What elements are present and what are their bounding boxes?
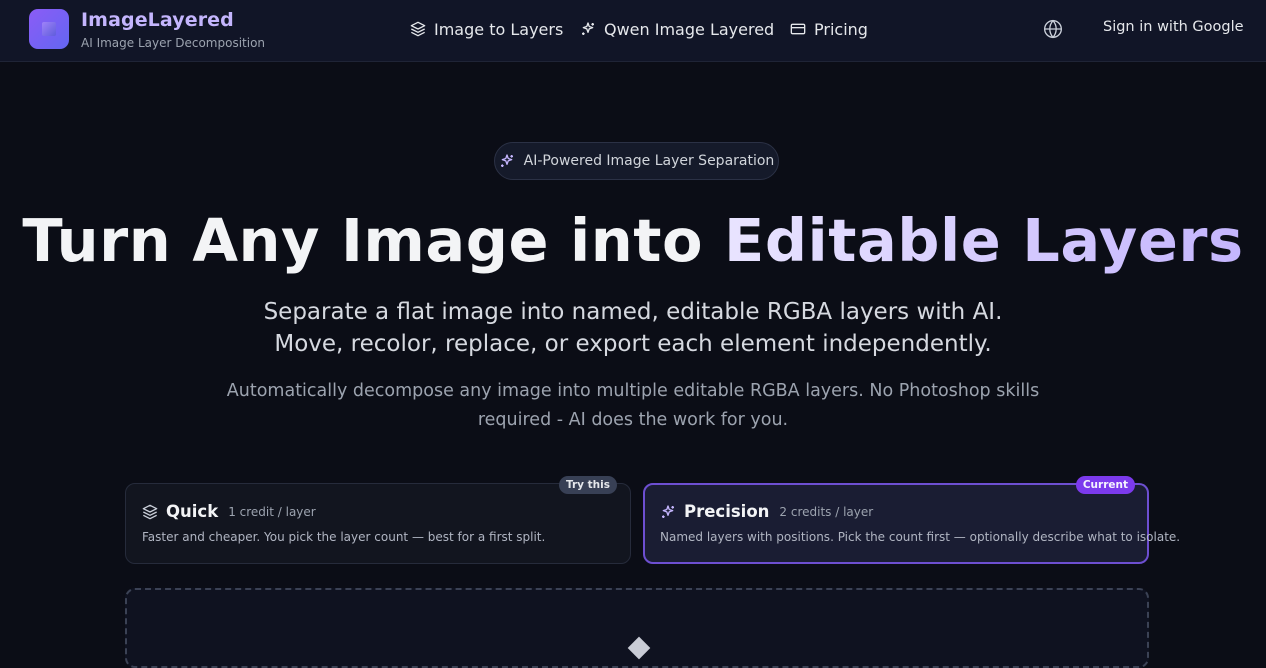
mode-header: Precision 2 credits / layer [660, 502, 873, 521]
sparkle-icon [582, 22, 594, 35]
layers-icon [410, 21, 426, 37]
mode-description: Faster and cheaper. You pick the layer c… [142, 530, 546, 544]
hero-title-main: Turn Any Image into [22, 206, 725, 275]
upload-dropzone[interactable] [125, 588, 1149, 668]
mode-cost: 1 credit / layer [228, 504, 316, 519]
mode-name: Quick [166, 502, 219, 521]
nav-pricing[interactable]: Pricing [790, 18, 868, 40]
sparkle-icon [500, 154, 513, 167]
hero-subtitle: Separate a flat image into named, editab… [263, 299, 1003, 357]
try-this-badge: Try this [558, 476, 617, 494]
mode-name: Precision [684, 502, 770, 521]
hero-description: Automatically decompose any image into m… [226, 381, 1040, 430]
credit-card-icon [790, 23, 806, 35]
nav-image-to-layers[interactable]: Image to Layers [410, 18, 563, 40]
mode-card-precision[interactable]: Current Precision 2 credits / layer Name… [643, 476, 1180, 564]
upload-arrow-icon [627, 636, 651, 660]
layers-logo-icon[interactable] [29, 9, 69, 49]
nav-qwen-image-layered[interactable]: Qwen Image Layered [580, 18, 774, 40]
hero-title: Turn Any Image into Editable Layers [0, 206, 1266, 275]
mode-description: Named layers with positions. Pick the co… [660, 530, 1181, 544]
brand-tagline: AI Image Layer Decomposition [81, 36, 266, 50]
current-badge: Current [1075, 476, 1135, 494]
sparkle-icon [662, 504, 674, 518]
brand-name[interactable]: ImageLayered [81, 9, 234, 31]
hero-title-accent: Editable Layers [724, 206, 1244, 275]
layers-icon [142, 504, 158, 519]
nav-label: Qwen Image Layered [604, 19, 775, 39]
globe-icon[interactable] [1043, 19, 1063, 39]
nav-label: Image to Layers [434, 19, 564, 39]
nav-label: Pricing [814, 19, 868, 39]
sign-in-google-button[interactable]: Sign in with Google [1103, 19, 1244, 35]
mode-cost: 2 credits / layer [779, 504, 874, 519]
feature-pill-label: AI-Powered Image Layer Separation [523, 153, 775, 169]
mode-header: Quick 1 credit / layer [142, 502, 316, 521]
top-navbar: ImageLayered AI Image Layer Decompositio… [0, 0, 1266, 62]
feature-pill: AI-Powered Image Layer Separation [494, 142, 779, 180]
mode-card-quick[interactable]: Try this Quick 1 credit / layer Faster a… [125, 476, 631, 564]
